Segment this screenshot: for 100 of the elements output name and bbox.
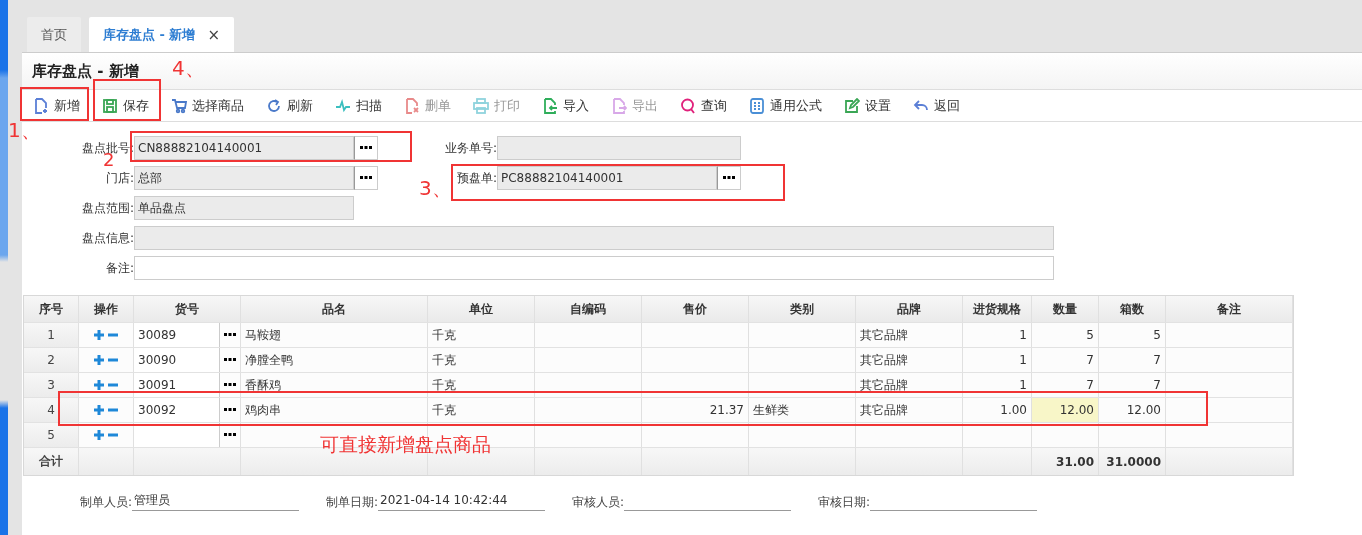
field-label: 审核人员:: [572, 494, 625, 511]
total-cell: 31.0000: [1099, 448, 1166, 475]
plus-icon: [94, 380, 104, 390]
table-cell: 其它品牌: [856, 373, 963, 397]
toolbar-button[interactable]: 设置: [838, 92, 897, 119]
file-export-icon: [611, 97, 627, 114]
table-cell: 千克: [428, 348, 535, 372]
toolbar-button[interactable]: 通用公式: [743, 92, 828, 119]
column-header: 备注: [1166, 296, 1293, 322]
annotation-box: [20, 87, 89, 121]
toolbar-button[interactable]: 选择商品: [165, 92, 250, 119]
more-button[interactable]: [354, 136, 378, 160]
field-label: 门店:: [105, 169, 134, 187]
column-header: 品牌: [856, 296, 963, 322]
input-field[interactable]: [497, 136, 741, 160]
annotation-label: 1、: [8, 120, 41, 140]
annotation-box: [93, 79, 161, 121]
column-header: 自编码: [535, 296, 642, 322]
toolbar-button[interactable]: 扫描: [329, 92, 388, 119]
input-field[interactable]: PC88882104140001: [497, 166, 717, 190]
printer-icon: [473, 97, 489, 114]
field-label: 业务单号:: [444, 139, 497, 157]
field-label: 盘点范围:: [81, 199, 134, 217]
more-icon: [224, 383, 237, 387]
input-field[interactable]: 总部: [134, 166, 354, 190]
row-number: 3: [24, 373, 79, 397]
table-cell: 5: [1099, 323, 1166, 347]
add-row-button[interactable]: [94, 330, 104, 340]
close-button[interactable]: ×: [207, 25, 221, 44]
toolbar-button[interactable]: 保存: [96, 92, 155, 119]
pulse-icon: [335, 97, 351, 114]
more-button[interactable]: [354, 166, 378, 190]
refresh-icon: [266, 97, 282, 114]
table-cell: 千克: [428, 398, 535, 422]
file-plus-icon: [33, 97, 49, 114]
table-cell: 1: [963, 373, 1032, 397]
column-header: 数量: [1032, 296, 1099, 322]
input-field[interactable]: [134, 256, 1054, 280]
column-header: 序号: [24, 296, 79, 322]
table-cell: 其它品牌: [856, 398, 963, 422]
row-number: 2: [24, 348, 79, 372]
edit-icon: [844, 97, 860, 114]
table-cell: 鸡肉串: [241, 398, 428, 422]
annotation-label: 4、: [172, 58, 205, 78]
table-cell: 1: [963, 323, 1032, 347]
table-cell: 12.00: [1099, 398, 1166, 422]
annotation-label: 可直接新增盘点商品: [320, 435, 491, 454]
field-label: 制单日期:: [326, 494, 379, 511]
column-header: 操作: [79, 296, 134, 322]
add-row-button[interactable]: [94, 430, 104, 440]
file-delete-icon: [404, 97, 420, 114]
input-field[interactable]: 单品盘点: [134, 196, 354, 220]
plus-icon: [94, 330, 104, 340]
table-cell: 21.37: [642, 398, 749, 422]
table-cell: 12.00: [1032, 398, 1099, 422]
more-button[interactable]: [717, 166, 741, 190]
search-icon: [680, 97, 696, 114]
add-row-button[interactable]: [94, 405, 104, 415]
field-label: 备注:: [105, 259, 134, 277]
more-icon: [224, 433, 237, 437]
more-icon: [224, 408, 237, 412]
plus-icon: [94, 355, 104, 365]
column-header: 进货规格: [963, 296, 1032, 322]
toolbar-button[interactable]: 返回: [907, 92, 966, 119]
table-cell: 其它品牌: [856, 348, 963, 372]
row-number: 4: [24, 398, 79, 422]
more-icon: [360, 176, 372, 180]
table-cell: 净膛全鸭: [241, 348, 428, 372]
row-number: 5: [24, 423, 79, 447]
table-cell: 7: [1099, 373, 1166, 397]
toolbar-button[interactable]: 查询: [674, 92, 733, 119]
table-cell: 千克: [428, 323, 535, 347]
toolbar-button[interactable]: 新增: [27, 92, 86, 119]
fill-in-line: 2021-04-14 10:42:44: [378, 490, 546, 511]
toolbar-button[interactable]: 刷新: [260, 92, 319, 119]
column-header: 类别: [749, 296, 856, 322]
table-cell: 7: [1099, 348, 1166, 372]
add-row-button[interactable]: [94, 355, 104, 365]
table-cell: 其它品牌: [856, 323, 963, 347]
field-label: 盘点信息:: [81, 229, 134, 247]
column-header: 箱数: [1099, 296, 1166, 322]
tab[interactable]: 库存盘点 - 新增 ×: [89, 17, 235, 52]
toolbar-button[interactable]: 导入: [536, 92, 595, 119]
tab[interactable]: 首页: [27, 17, 81, 52]
field-label: 制单人员:: [80, 494, 133, 511]
column-header: 品名: [241, 296, 428, 322]
save-icon: [102, 97, 118, 114]
more-icon: [360, 146, 372, 150]
file-import-icon: [542, 97, 558, 114]
plus-icon: [94, 430, 104, 440]
field-label: 预盘单:: [456, 169, 497, 187]
table-cell: 7: [1032, 373, 1099, 397]
input-field[interactable]: [134, 226, 1054, 250]
table-cell: 香酥鸡: [241, 373, 428, 397]
table-cell: 千克: [428, 373, 535, 397]
add-row-button[interactable]: [94, 380, 104, 390]
input-field[interactable]: CN88882104140001: [134, 136, 354, 160]
row-number: 1: [24, 323, 79, 347]
column-header: 售价: [642, 296, 749, 322]
total-cell: 31.00: [1032, 448, 1099, 475]
